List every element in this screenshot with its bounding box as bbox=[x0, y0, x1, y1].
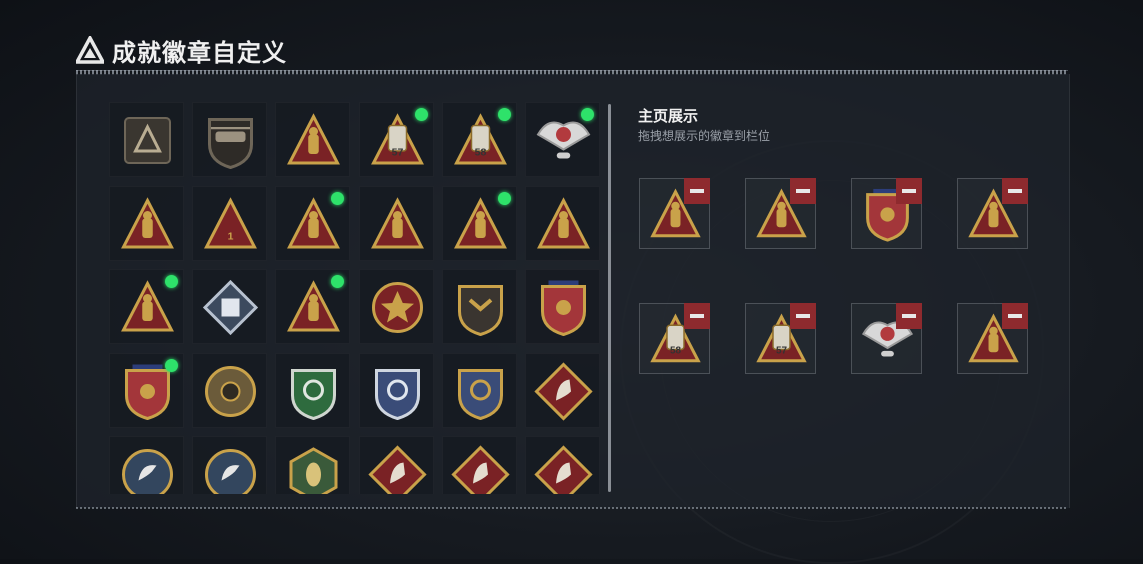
badge-cell[interactable] bbox=[275, 436, 351, 494]
remove-badge-button[interactable] bbox=[790, 303, 816, 329]
remove-badge-button[interactable] bbox=[1002, 178, 1028, 204]
svg-text:58: 58 bbox=[474, 147, 486, 159]
page-title: 成就徽章自定义 bbox=[112, 38, 287, 67]
badge-cell[interactable] bbox=[109, 102, 184, 177]
badge-cell[interactable] bbox=[441, 185, 517, 261]
badge-cell[interactable] bbox=[192, 352, 268, 428]
remove-badge-button[interactable] bbox=[684, 178, 710, 204]
display-slot[interactable]: 58 bbox=[639, 303, 710, 374]
badge-cell[interactable] bbox=[525, 185, 600, 261]
badge-cell[interactable] bbox=[441, 352, 517, 428]
minus-icon bbox=[1008, 189, 1022, 193]
badge-cell[interactable] bbox=[275, 185, 351, 261]
badge-cell[interactable] bbox=[109, 185, 184, 261]
display-slot[interactable] bbox=[745, 178, 816, 249]
scrollbar[interactable] bbox=[608, 104, 611, 492]
page-header: 成就徽章自定义 bbox=[76, 34, 287, 67]
remove-badge-button[interactable] bbox=[896, 303, 922, 329]
display-slot[interactable] bbox=[957, 178, 1028, 249]
display-subtitle: 拖拽想展示的徽章到栏位 bbox=[638, 129, 771, 143]
svg-text:57: 57 bbox=[776, 346, 788, 357]
badge-cell[interactable] bbox=[192, 269, 268, 344]
minus-icon bbox=[690, 314, 704, 318]
badge-cell[interactable] bbox=[109, 436, 184, 494]
badge-grid[interactable]: 57 58 1 bbox=[109, 102, 604, 494]
remove-badge-button[interactable] bbox=[896, 178, 922, 204]
badge-cell[interactable] bbox=[525, 269, 600, 344]
new-indicator-dot bbox=[165, 275, 178, 288]
panel-bottom-border bbox=[76, 507, 1068, 509]
minus-icon bbox=[796, 314, 810, 318]
badge-cell[interactable] bbox=[358, 352, 434, 428]
badge-cell[interactable] bbox=[192, 436, 268, 494]
badge-cell[interactable] bbox=[525, 352, 600, 428]
badge-cell[interactable] bbox=[441, 436, 517, 494]
new-indicator-dot bbox=[497, 108, 511, 121]
new-indicator-dot bbox=[414, 108, 428, 121]
display-title: 主页展示 bbox=[638, 107, 699, 125]
badge-cell[interactable]: 1 bbox=[192, 185, 268, 261]
display-slot[interactable]: 57 bbox=[745, 303, 816, 374]
badge-cell[interactable] bbox=[525, 436, 600, 494]
badge-cell[interactable] bbox=[358, 436, 434, 494]
svg-text:58: 58 bbox=[670, 346, 682, 357]
badge-cell[interactable] bbox=[109, 269, 184, 344]
minus-icon bbox=[690, 189, 704, 193]
display-slot[interactable] bbox=[851, 178, 922, 249]
badge-cell[interactable] bbox=[525, 102, 600, 177]
badge-cell[interactable]: 58 bbox=[441, 102, 517, 177]
minus-icon bbox=[902, 189, 916, 193]
new-indicator-dot bbox=[331, 191, 345, 205]
minus-icon bbox=[902, 314, 916, 318]
badge-cell[interactable]: 57 bbox=[358, 102, 434, 177]
display-slot[interactable] bbox=[851, 303, 922, 374]
remove-badge-button[interactable] bbox=[1002, 303, 1028, 329]
svg-text:57: 57 bbox=[391, 147, 403, 159]
badge-cell[interactable] bbox=[358, 185, 434, 261]
new-indicator-dot bbox=[497, 191, 511, 205]
badge-cell[interactable] bbox=[441, 269, 517, 344]
badge-cell[interactable] bbox=[109, 352, 184, 428]
badge-cell[interactable] bbox=[192, 102, 268, 177]
badge-cell[interactable] bbox=[275, 269, 351, 344]
remove-badge-button[interactable] bbox=[684, 303, 710, 329]
remove-badge-button[interactable] bbox=[790, 178, 816, 204]
new-indicator-dot bbox=[165, 358, 178, 372]
display-slot[interactable] bbox=[639, 178, 710, 249]
badge-cell[interactable] bbox=[275, 102, 351, 177]
minus-icon bbox=[1008, 314, 1022, 318]
minus-icon bbox=[796, 189, 810, 193]
badge-cell[interactable] bbox=[358, 269, 434, 344]
triangle-logo-icon bbox=[76, 36, 104, 64]
badge-cell[interactable] bbox=[275, 352, 351, 428]
new-indicator-dot bbox=[581, 108, 594, 121]
display-slot[interactable] bbox=[957, 303, 1028, 374]
svg-text:1: 1 bbox=[228, 230, 234, 242]
